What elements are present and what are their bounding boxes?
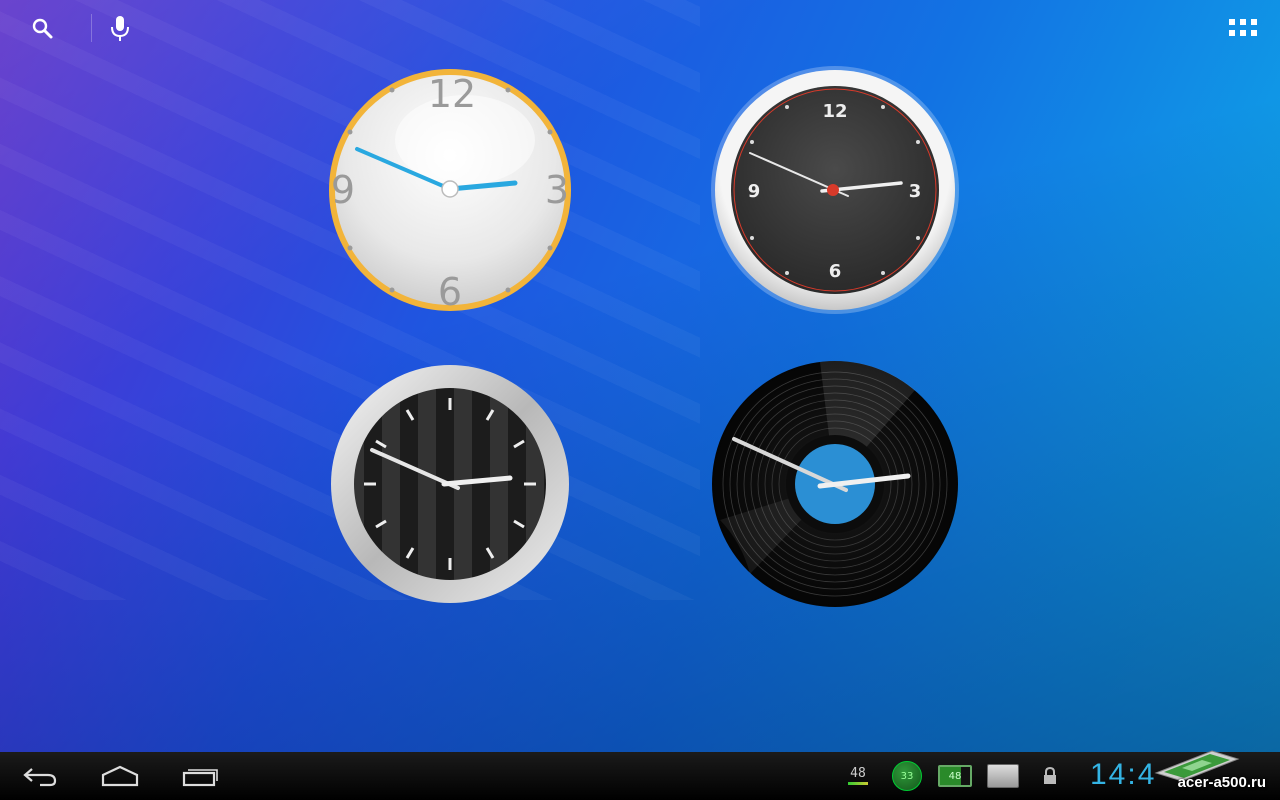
recent-apps-button[interactable]	[176, 760, 224, 792]
numeral-9: 9	[331, 168, 355, 212]
watermark: acer-a500.ru	[1177, 773, 1266, 791]
lock-indicator[interactable]	[1040, 762, 1060, 790]
status-clock[interactable]: 14:4	[1090, 758, 1156, 792]
notification-circle[interactable]: 33	[892, 761, 922, 791]
vinyl-record-clock-widget[interactable]	[710, 360, 960, 610]
notification-counter[interactable]: 48	[846, 762, 870, 790]
signal-bar	[848, 781, 868, 785]
back-button[interactable]	[16, 760, 64, 792]
top-divider	[91, 14, 92, 42]
battery-notification[interactable]: 48	[938, 762, 972, 790]
center-cap	[827, 184, 839, 196]
striped-chrome-clock-widget[interactable]	[328, 362, 578, 612]
dark-silver-clock-widget[interactable]: 12 3 6 9	[710, 65, 960, 315]
white-gold-clock-widget[interactable]: 12 3 6 9	[325, 65, 575, 315]
numeral-12: 12	[822, 101, 847, 122]
lock-icon	[1044, 767, 1056, 784]
search-button[interactable]	[26, 12, 60, 46]
home-icon	[101, 765, 139, 787]
image-icon	[987, 764, 1019, 788]
screenshot-notification[interactable]	[986, 762, 1020, 790]
system-bar: 48 33 48 14:4	[0, 752, 1280, 800]
apps-grid-icon	[1229, 19, 1257, 36]
counter-value: 48	[850, 765, 866, 781]
back-arrow-icon	[23, 768, 57, 787]
numeral-6: 6	[829, 261, 842, 282]
wallpaper	[0, 0, 1280, 752]
numeral-3: 3	[909, 181, 922, 202]
numeral-9: 9	[748, 181, 761, 202]
all-apps-button[interactable]	[1226, 12, 1260, 46]
numeral-3: 3	[545, 168, 569, 212]
center-cap	[441, 180, 459, 198]
microphone-icon	[111, 16, 129, 41]
numeral-12: 12	[428, 72, 476, 116]
recent-apps-icon	[182, 769, 218, 787]
voice-search-button[interactable]	[103, 12, 137, 46]
numeral-6: 6	[438, 270, 462, 314]
circle-indicator: 33	[892, 761, 922, 791]
search-icon	[32, 18, 53, 39]
home-button[interactable]	[96, 760, 144, 792]
battery-icon: 48	[938, 765, 972, 787]
